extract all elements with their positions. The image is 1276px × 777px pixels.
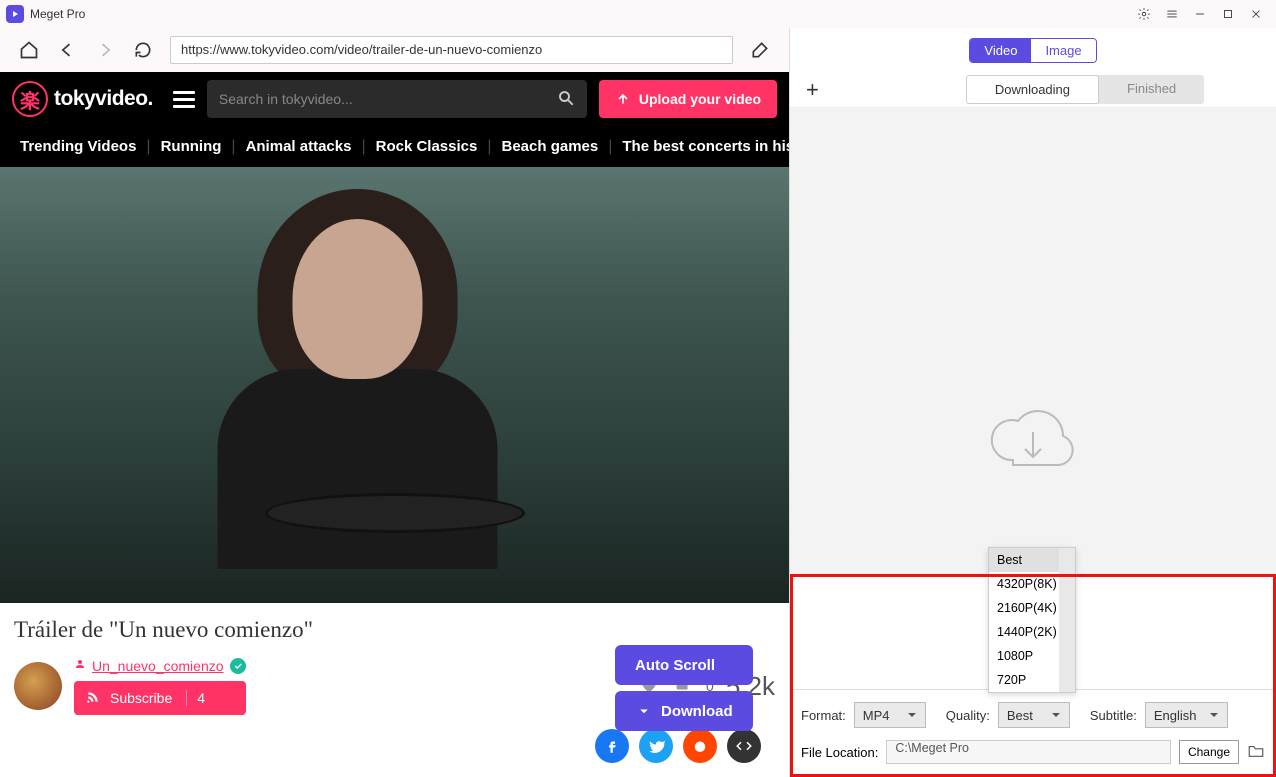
cloud-download-icon: [983, 400, 1083, 485]
uploader-link[interactable]: Un_nuevo_comienzo: [92, 658, 224, 674]
brush-icon[interactable]: [749, 39, 771, 61]
avatar[interactable]: [14, 662, 62, 710]
nav-cat[interactable]: Animal attacks: [246, 138, 352, 155]
browser-toolbar: https://www.tokyvideo.com/video/trailer-…: [0, 28, 789, 72]
reddit-icon[interactable]: [683, 729, 717, 763]
seg-image[interactable]: Image: [1031, 39, 1095, 62]
upload-icon: [615, 91, 631, 107]
add-icon[interactable]: +: [806, 77, 830, 103]
verified-icon: [230, 658, 246, 674]
download-tabs: + Downloading Finished: [790, 72, 1276, 108]
back-icon[interactable]: [56, 39, 78, 61]
search-icon[interactable]: [557, 89, 575, 110]
close-icon[interactable]: [1242, 0, 1270, 28]
chevron-down-icon: [907, 710, 917, 720]
home-icon[interactable]: [18, 39, 40, 61]
autoscroll-button[interactable]: Auto Scroll: [615, 645, 753, 685]
rss-icon: [86, 690, 100, 707]
download-button[interactable]: Download: [615, 691, 753, 731]
hamburger-icon[interactable]: [173, 91, 195, 108]
user-icon: [74, 657, 86, 675]
nav-cat[interactable]: Beach games: [502, 138, 599, 155]
download-icon: [635, 702, 653, 720]
app-title: Meget Pro: [30, 7, 85, 21]
minimize-icon[interactable]: [1186, 0, 1214, 28]
logo-icon: 楽: [12, 81, 48, 117]
app-icon: [6, 5, 24, 23]
subscribe-button[interactable]: Subscribe 4: [74, 681, 246, 715]
reload-icon[interactable]: [132, 39, 154, 61]
settings-icon[interactable]: [1130, 0, 1158, 28]
chevron-down-icon: [1051, 710, 1061, 720]
upload-button[interactable]: Upload your video: [599, 80, 777, 118]
facebook-icon[interactable]: [595, 729, 629, 763]
category-nav: Trending Videos| Running| Animal attacks…: [0, 127, 789, 167]
change-button[interactable]: Change: [1179, 740, 1239, 764]
site-header: 楽 tokyvideo. Search in tokyvideo... Uplo…: [0, 72, 789, 127]
chevron-down-icon: [1209, 710, 1219, 720]
nav-cat[interactable]: Rock Classics: [376, 138, 478, 155]
format-select[interactable]: MP4: [854, 702, 926, 728]
format-label: Format:: [801, 708, 846, 723]
upload-label: Upload your video: [639, 91, 761, 107]
embed-icon[interactable]: [727, 729, 761, 763]
search-placeholder: Search in tokyvideo...: [219, 91, 353, 107]
menu-icon[interactable]: [1158, 0, 1186, 28]
twitter-icon[interactable]: [639, 729, 673, 763]
seg-video[interactable]: Video: [970, 39, 1031, 62]
video-player[interactable]: [0, 167, 789, 603]
quality-dropdown[interactable]: Best 4320P(8K) 2160P(4K) 1440P(2K) 1080P…: [988, 547, 1076, 693]
video-title: Tráiler de "Un nuevo comienzo": [14, 617, 775, 643]
site-search-input[interactable]: Search in tokyvideo...: [207, 80, 587, 118]
mode-segment: Video Image: [790, 28, 1276, 72]
site-logo[interactable]: 楽 tokyvideo.: [12, 81, 153, 117]
subtitle-select[interactable]: English: [1145, 702, 1228, 728]
quality-label: Quality:: [946, 708, 990, 723]
subscribe-count: 4: [186, 690, 205, 706]
subtitle-label: Subtitle:: [1090, 708, 1137, 723]
tab-downloading[interactable]: Downloading: [966, 75, 1099, 104]
maximize-icon[interactable]: [1214, 0, 1242, 28]
nav-cat[interactable]: Running: [161, 138, 222, 155]
tab-finished[interactable]: Finished: [1099, 75, 1204, 104]
logo-text: tokyvideo.: [54, 87, 153, 111]
nav-cat[interactable]: Trending Videos: [20, 138, 136, 155]
titlebar: Meget Pro: [0, 0, 1276, 28]
nav-cat[interactable]: The best concerts in history: [622, 138, 789, 155]
folder-icon[interactable]: [1247, 742, 1265, 763]
quality-select[interactable]: Best: [998, 702, 1070, 728]
file-location-label: File Location:: [801, 745, 878, 760]
forward-icon[interactable]: [94, 39, 116, 61]
subscribe-label: Subscribe: [110, 690, 172, 706]
url-input[interactable]: https://www.tokyvideo.com/video/trailer-…: [170, 36, 733, 64]
file-location-input[interactable]: C:\Meget Pro: [886, 740, 1171, 764]
